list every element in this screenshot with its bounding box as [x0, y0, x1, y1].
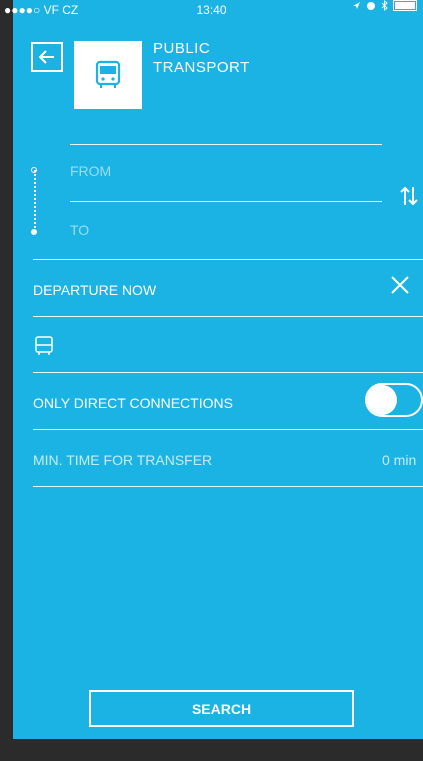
back-button[interactable] [31, 42, 63, 72]
swap-button[interactable] [399, 185, 419, 213]
bluetooth-icon [381, 0, 388, 11]
direct-connections-toggle[interactable] [365, 383, 423, 417]
toggle-knob [367, 385, 397, 415]
bus-icon [35, 336, 53, 355]
divider-departure [33, 316, 423, 317]
divider-direct [33, 429, 423, 430]
close-icon [391, 276, 409, 294]
transfer-label[interactable]: MIN. TIME FOR TRANSFER [33, 452, 212, 468]
route-dotted-line [34, 170, 36, 228]
from-field[interactable]: FROM [70, 163, 111, 179]
title-line-2: TRANSPORT [153, 59, 250, 76]
divider-route [33, 259, 423, 260]
alarm-icon [367, 1, 375, 10]
clear-departure-button[interactable] [391, 274, 409, 300]
divider-from [70, 201, 382, 202]
divider-transfer [33, 486, 423, 487]
battery-icon [393, 0, 417, 11]
location-icon [353, 2, 360, 9]
departure-label[interactable]: DEPARTURE NOW [33, 282, 156, 298]
status-icons [352, 0, 417, 11]
app-screen: PUBLIC TRANSPORT FROM TO DEPARTURE NOW O… [13, 0, 423, 761]
title-line-1: PUBLIC [153, 40, 211, 57]
frame-edge-bottom [0, 739, 423, 761]
divider-top [70, 144, 382, 145]
direct-connections-label: ONLY DIRECT CONNECTIONS [33, 395, 233, 411]
swap-vertical-icon [400, 186, 418, 206]
arrow-left-icon [39, 50, 54, 64]
divider-mode [33, 372, 423, 373]
app-logo [74, 41, 142, 109]
to-field[interactable]: TO [70, 222, 89, 238]
status-bar: ●●●●○ VF CZ 13:40 [0, 0, 423, 20]
page-title: PUBLIC TRANSPORT [153, 39, 250, 77]
frame-edge-left [0, 0, 13, 761]
transport-mode-button[interactable] [35, 336, 53, 361]
bus-icon [95, 60, 121, 88]
transfer-value[interactable]: 0 min [382, 452, 416, 468]
destination-dot-icon [31, 229, 37, 235]
search-button[interactable]: SEARCH [89, 690, 354, 727]
